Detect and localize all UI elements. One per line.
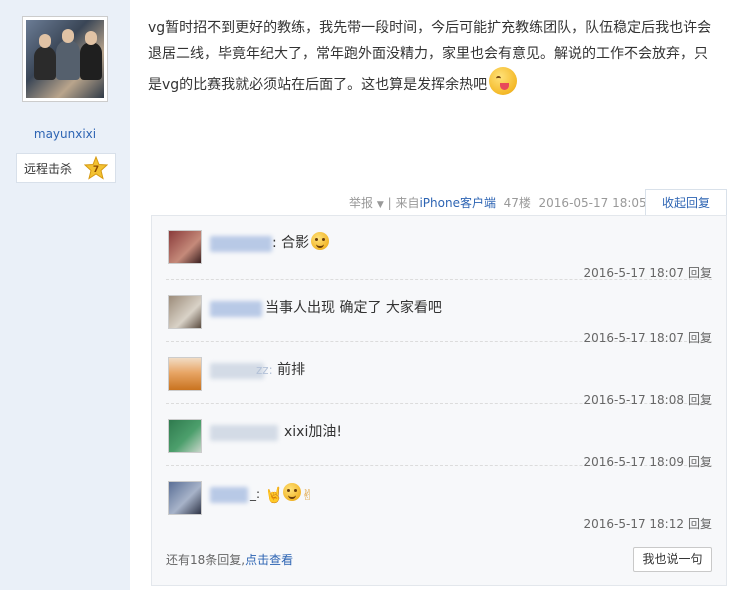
reply-text: xixi加油! (284, 424, 342, 440)
level-badge[interactable]: 远程击杀 7 (16, 153, 116, 183)
reply-link[interactable]: 回复 (688, 266, 712, 280)
badge-label: 远程击杀 (24, 161, 73, 176)
post-meta: 举报 ▼ | 来自iPhone客户端 47楼 2016-05-17 18:05 (349, 194, 647, 211)
reply-text: 当事人出现 确定了 大家看吧 (265, 300, 442, 316)
reply-text: : 合影 (272, 232, 330, 252)
reply-username-blurred[interactable] (210, 487, 248, 503)
reply-meta: 2016-5-17 18:12 回复 (583, 515, 712, 532)
reply-text: _: 🤘 ✌ (250, 483, 314, 504)
report-dropdown-icon[interactable]: ▼ (377, 200, 384, 210)
list-item: 当事人出现 确定了 大家看吧 2016-5-17 18:07 回复 (166, 281, 712, 345)
reply-username-blurred[interactable] (210, 425, 278, 441)
avatar[interactable] (22, 16, 108, 102)
post-body: vg暂时招不到更好的教练，我先带一段时间，今后可能扩充教练团队，队伍稳定后我也许… (148, 20, 712, 93)
reply-username-blurred[interactable] (210, 236, 272, 252)
add-reply-button[interactable]: 我也说一句 (633, 547, 712, 572)
reply-meta: 2016-5-17 18:07 回复 (583, 264, 712, 281)
badge-level-number: 7 (93, 165, 99, 175)
client-link[interactable]: iPhone客户端 (419, 196, 496, 210)
author-sidebar: mayunxixi 远程击杀 7 (0, 0, 130, 590)
reply-avatar[interactable] (168, 419, 202, 453)
collapse-replies-button[interactable]: 收起回复 (645, 189, 727, 216)
reply-list: : 合影 2016-5-17 18:07 回复 当事人出现 确定了 大家看吧 20… (151, 215, 727, 586)
author-username[interactable]: mayunxixi (0, 127, 130, 141)
reply-avatar[interactable] (168, 295, 202, 329)
report-link[interactable]: 举报 (349, 196, 373, 210)
from-prefix: | 来自 (387, 196, 420, 210)
floor-number: 47楼 (503, 196, 531, 210)
reply-username-blurred[interactable] (210, 301, 262, 317)
list-item: zz: 前排 2016-5-17 18:08 回复 (166, 343, 712, 407)
reply-link[interactable]: 回复 (688, 517, 712, 531)
level-star-icon: 7 (84, 156, 108, 180)
reply-text: zz: 前排 (256, 362, 306, 378)
post-content: vg暂时招不到更好的教练，我先带一段时间，今后可能扩充教练团队，队伍稳定后我也许… (148, 15, 720, 98)
smile-emoji-icon (311, 232, 330, 250)
list-item: xixi加油! 2016-5-17 18:09 回复 (166, 405, 712, 469)
reply-time: 2016-5-17 18:07 (583, 266, 684, 280)
victory-hand-emoji-icon: ✌ (301, 486, 314, 504)
list-item: : 合影 2016-5-17 18:07 回复 (166, 216, 712, 280)
more-replies-count: 还有18条回复, (166, 553, 246, 567)
reply-avatar[interactable] (168, 230, 202, 264)
teary-emoji-icon (283, 483, 302, 501)
view-more-link[interactable]: 点击查看 (245, 553, 293, 567)
reply-avatar[interactable] (168, 357, 202, 391)
reply-avatar[interactable] (168, 481, 202, 515)
rock-hand-emoji-icon: 🤘 (264, 486, 284, 504)
reply-time: 2016-5-17 18:12 (583, 517, 684, 531)
list-item: _: 🤘 ✌ 2016-5-17 18:12 回复 (166, 467, 712, 532)
more-replies: 还有18条回复,点击查看 (166, 551, 293, 568)
tongue-out-emoji-icon (489, 67, 518, 95)
post-datetime: 2016-05-17 18:05 (538, 196, 647, 210)
avatar-photo (26, 20, 104, 98)
